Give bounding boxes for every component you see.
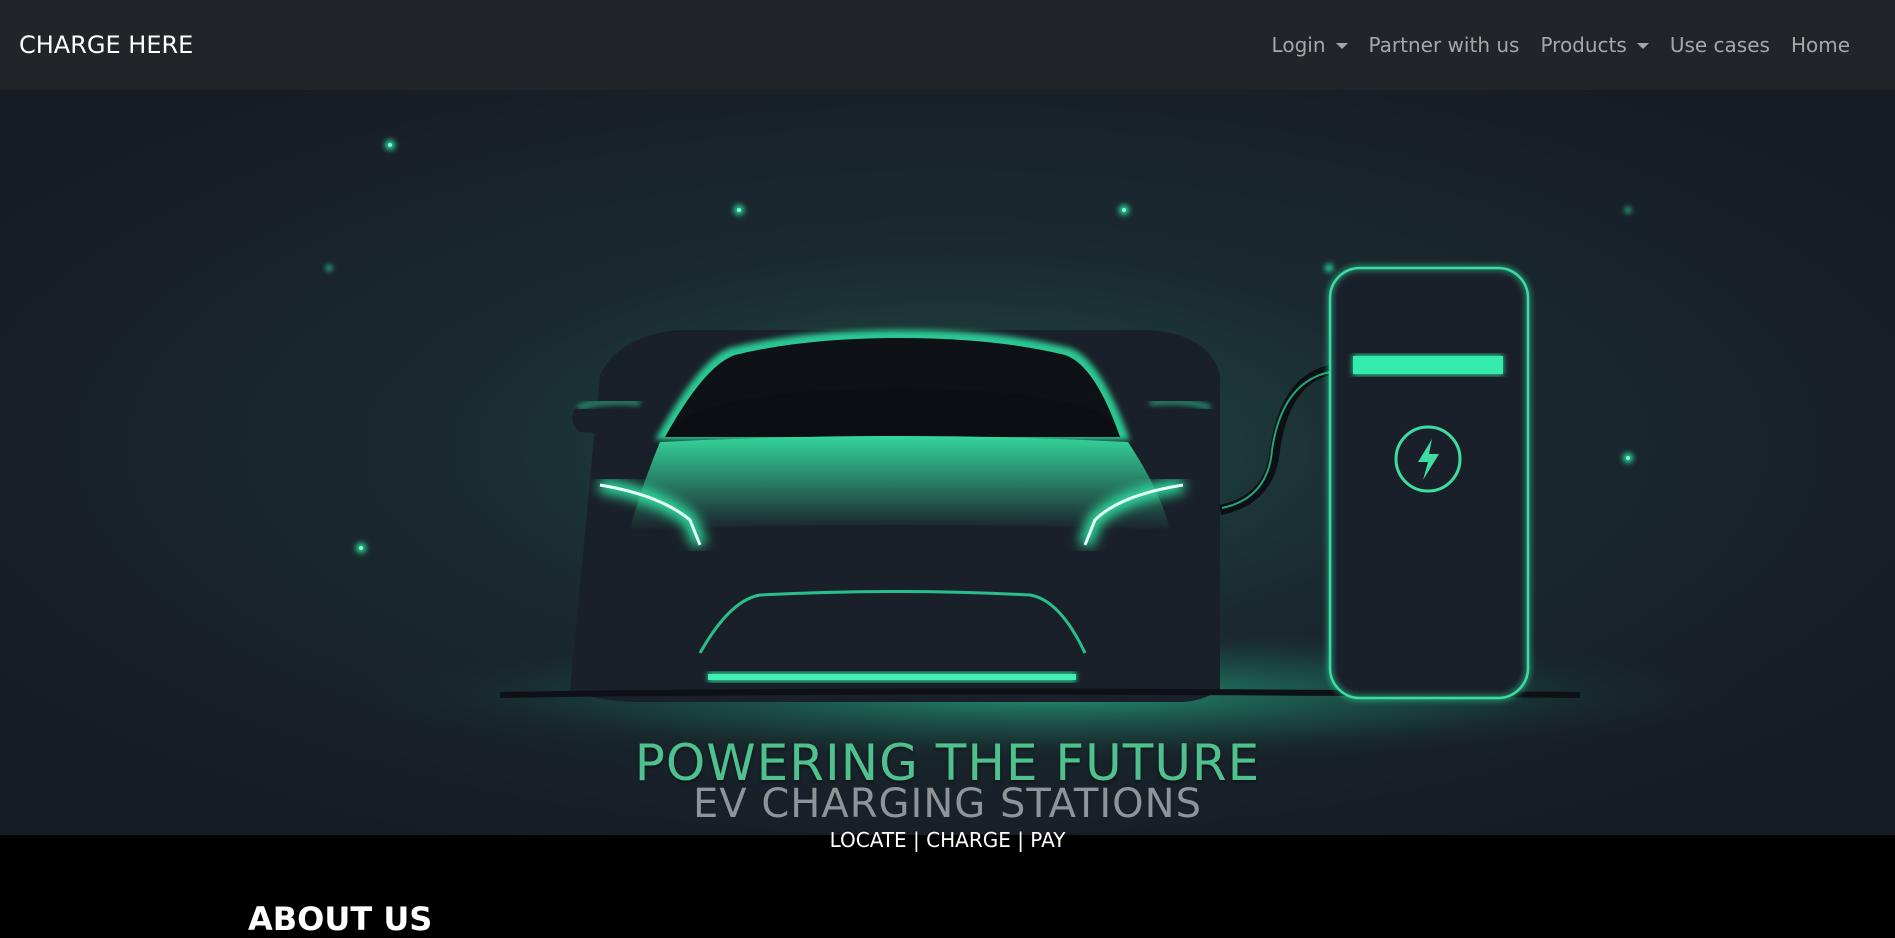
nav-use-cases-link[interactable]: Use cases xyxy=(1670,33,1770,57)
caret-down-icon xyxy=(1636,43,1649,49)
nav-login-label: Login xyxy=(1271,33,1326,57)
nav-products-label: Products xyxy=(1540,33,1627,57)
brand-link[interactable]: CHARGE HERE xyxy=(19,31,193,59)
nav-use-cases-label: Use cases xyxy=(1669,33,1770,57)
nav-partner-label: Partner with us xyxy=(1368,33,1520,57)
nav-menu: Login Partner with us Products Use cases… xyxy=(1272,33,1850,57)
hero-tagline: LOCATE | CHARGE | PAY xyxy=(829,828,1066,852)
nav-partner-link[interactable]: Partner with us xyxy=(1369,33,1520,57)
hero-banner xyxy=(0,90,1895,835)
caret-down-icon xyxy=(1335,43,1348,49)
nav-products-dropdown[interactable]: Products xyxy=(1540,33,1649,57)
hero-illustration xyxy=(0,90,1895,835)
about-heading: ABOUT US xyxy=(248,900,433,938)
hero-subtitle: EV CHARGING STATIONS xyxy=(693,781,1202,827)
nav-home-link[interactable]: Home xyxy=(1791,33,1850,57)
navbar: CHARGE HERE Login Partner with us Produc… xyxy=(0,0,1895,90)
nav-home-label: Home xyxy=(1790,33,1850,57)
nav-login-dropdown[interactable]: Login xyxy=(1272,33,1348,57)
